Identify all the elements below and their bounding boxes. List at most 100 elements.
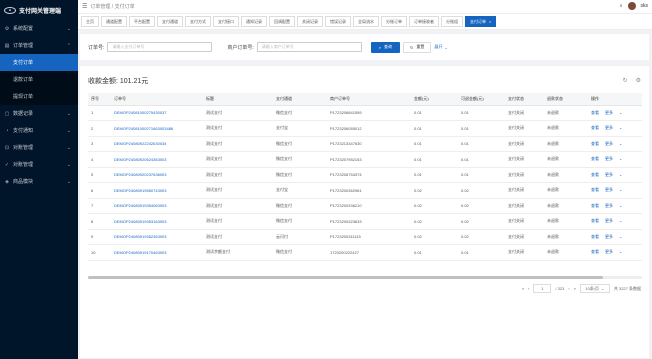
sidebar-item-goods[interactable]: ◈ 商品模块 ⌄ (0, 173, 78, 190)
page-size-select[interactable]: 10条/页 ⌄ (579, 284, 610, 293)
table-row[interactable]: 5 DEMOP24080920237636003 测试支付 微信支付 P17232067… (88, 167, 642, 183)
next-page-icon[interactable]: › (568, 286, 569, 291)
merchant-order-input[interactable]: 请输入商户订单号 (256, 42, 362, 52)
tab-item[interactable]: 平台配置 (129, 16, 155, 27)
tab-item[interactable]: 分账订单 (381, 16, 407, 27)
view-link[interactable]: 查看 (591, 110, 599, 115)
table-cell[interactable]: DEMOP24080919352363003 (111, 229, 203, 245)
sidebar-item-withdraw-orders[interactable]: 提现订单 (0, 88, 78, 105)
view-link[interactable]: 查看 (591, 172, 599, 177)
view-link[interactable]: 查看 (591, 218, 599, 223)
more-link[interactable]: 更多 (605, 110, 613, 115)
table-cell[interactable]: DEMOP24080919353163003 (111, 213, 203, 230)
tab-item[interactable]: 回调配置 (269, 16, 295, 27)
top-bar: ☰ 订单管理 / 支付订单 ⌕ sks (78, 0, 652, 14)
menu-fold-icon[interactable]: ☰ (82, 3, 87, 10)
scrollbar-thumb[interactable] (88, 276, 603, 279)
table-cell: 支付关闭 (505, 198, 544, 214)
expand-button[interactable]: 展开 ⌄ (434, 44, 447, 50)
sidebar-item-orders[interactable]: ▤ 订单管理 ⌃ (0, 37, 78, 54)
column-header: 金额(元) (411, 93, 458, 106)
table-row[interactable]: 3 DEMOP24080922242630034 测试支付 微信支付 P17232133… (88, 136, 642, 152)
username[interactable]: sks (641, 3, 649, 9)
sidebar-item-reconcile-2[interactable]: ✓ 对账管理 ⌄ (0, 156, 78, 173)
tab-item[interactable]: 订单接收者 (409, 16, 439, 27)
table-cell[interactable]: DEMOP24081000275430037 (111, 105, 203, 121)
tab-item[interactable]: 分账组 (441, 16, 463, 27)
avatar[interactable] (627, 2, 636, 10)
table-cell: 6 (88, 182, 111, 199)
view-link[interactable]: 查看 (591, 187, 599, 192)
more-link[interactable]: 更多 (605, 125, 613, 130)
more-link[interactable]: 更多 (605, 218, 613, 223)
more-link[interactable]: 更多 (605, 172, 613, 177)
more-link[interactable]: 更多 (605, 141, 613, 146)
table-row[interactable]: 1 DEMOP24081000275430037 测试支付 微信支付 P17232068… (88, 105, 642, 121)
tab-item[interactable]: 支付方式 (185, 16, 211, 27)
tab-item[interactable]: 支付通道 (157, 16, 183, 27)
table-cell: P1723213347530 (327, 136, 411, 152)
view-link[interactable]: 查看 (591, 203, 599, 208)
table-cell[interactable]: DEMOP24081000271663003486 (111, 120, 203, 137)
table-row[interactable]: 10 DEMOP24080919170463003 测试余额支付 微信支付 172320… (88, 244, 642, 261)
tab-item[interactable]: 主页 (81, 16, 99, 27)
tab-item[interactable]: 支付订单 × (465, 16, 497, 27)
sidebar-item-reconcile[interactable]: ⊡ 对账管理 ⌄ (0, 139, 78, 156)
table-cell[interactable]: DEMOP24080919560743003 (111, 182, 203, 199)
search-button[interactable]: ⌕ 查询 (370, 41, 401, 53)
table-cell: 未退款 (544, 120, 588, 137)
refresh-icon[interactable]: ↻ (623, 77, 628, 84)
sidebar-item-notify[interactable]: ◔ 支付通知 ⌄ (0, 122, 78, 139)
tab-item[interactable]: 全局流水 (353, 16, 379, 27)
table-cell: 0.01 (458, 244, 505, 261)
first-page-icon[interactable]: « (522, 286, 524, 291)
more-link[interactable]: 更多 (605, 203, 613, 208)
table-cell[interactable]: DEMOP24080919170463003 (111, 244, 203, 261)
order-no-input[interactable]: 请输入支付订单号 (107, 42, 213, 52)
horizontal-scrollbar[interactable] (88, 276, 642, 279)
tab-item[interactable]: 错误记录 (325, 16, 351, 27)
tab-item[interactable]: 支付接口 (213, 16, 239, 27)
tab-item[interactable]: 关闭记录 (297, 16, 323, 27)
view-link[interactable]: 查看 (591, 141, 599, 146)
check-icon: ✓ (4, 161, 10, 168)
table-cell[interactable]: DEMOP24080920237636003 (111, 167, 203, 183)
actions-cell: 查看 更多 ⌄ (588, 198, 642, 214)
view-link[interactable]: 查看 (591, 156, 599, 161)
more-link[interactable]: 更多 (605, 234, 613, 239)
breadcrumb-item[interactable]: 订单管理 (90, 4, 110, 10)
view-link[interactable]: 查看 (591, 234, 599, 239)
table-cell: 测试支付 (203, 213, 273, 230)
prev-page-icon[interactable]: ‹ (528, 286, 529, 291)
search-icon[interactable]: ⌕ (620, 3, 623, 9)
table-row[interactable]: 4 DEMOP24080920524363003 测试支付 微信支付 P17232079… (88, 151, 642, 168)
view-link[interactable]: 查看 (591, 125, 599, 130)
reset-button[interactable]: ↻ 重置 (403, 41, 432, 53)
table-cell[interactable]: DEMOP24080922242630034 (111, 136, 203, 152)
more-link[interactable]: 更多 (605, 249, 613, 254)
sidebar-item-system[interactable]: ⚙ 系统配置 ⌄ (0, 20, 78, 37)
table-row[interactable]: 2 DEMOP24081000271663003486 测试支付 支付宝 P172320… (88, 120, 642, 137)
sidebar-item-records[interactable]: ▢ 数据记录 ⌄ (0, 105, 78, 122)
table-row[interactable]: 9 DEMOP24080919352363003 测试支付 云闪付 P172320031… (88, 229, 642, 245)
sidebar-item-refund-orders[interactable]: 退款订单 (0, 71, 78, 88)
table-cell: 0.01 (458, 151, 505, 168)
table-row[interactable]: 6 DEMOP24080919560743003 测试支付 支付宝 P172320036… (88, 182, 642, 199)
close-icon[interactable]: × (489, 19, 491, 24)
column-settings-icon[interactable]: ⚙ (636, 77, 641, 84)
tab-item[interactable]: 通道配置 (101, 16, 127, 27)
page-input[interactable]: 1 (533, 284, 552, 293)
view-link[interactable]: 查看 (591, 249, 599, 254)
tab-item[interactable]: 通知记录 (241, 16, 267, 27)
table-cell[interactable]: DEMOP24080919354063003 (111, 198, 203, 214)
table-cell[interactable]: DEMOP24080920524363003 (111, 151, 203, 168)
more-link[interactable]: 更多 (605, 156, 613, 161)
last-page-icon[interactable]: » (574, 286, 576, 291)
table-row[interactable]: 7 DEMOP24080919354063003 测试支付 微信支付 P17232003… (88, 198, 642, 214)
table-row[interactable]: 8 DEMOP24080919353163003 测试支付 微信支付 P17232003… (88, 213, 642, 230)
header-actions: ⌕ sks (620, 2, 648, 10)
more-link[interactable]: 更多 (605, 187, 613, 192)
table-cell: 支付关闭 (505, 244, 544, 261)
sidebar-item-pay-orders[interactable]: 支付订单 (0, 54, 78, 71)
breadcrumb-item: 支付订单 (114, 4, 135, 10)
